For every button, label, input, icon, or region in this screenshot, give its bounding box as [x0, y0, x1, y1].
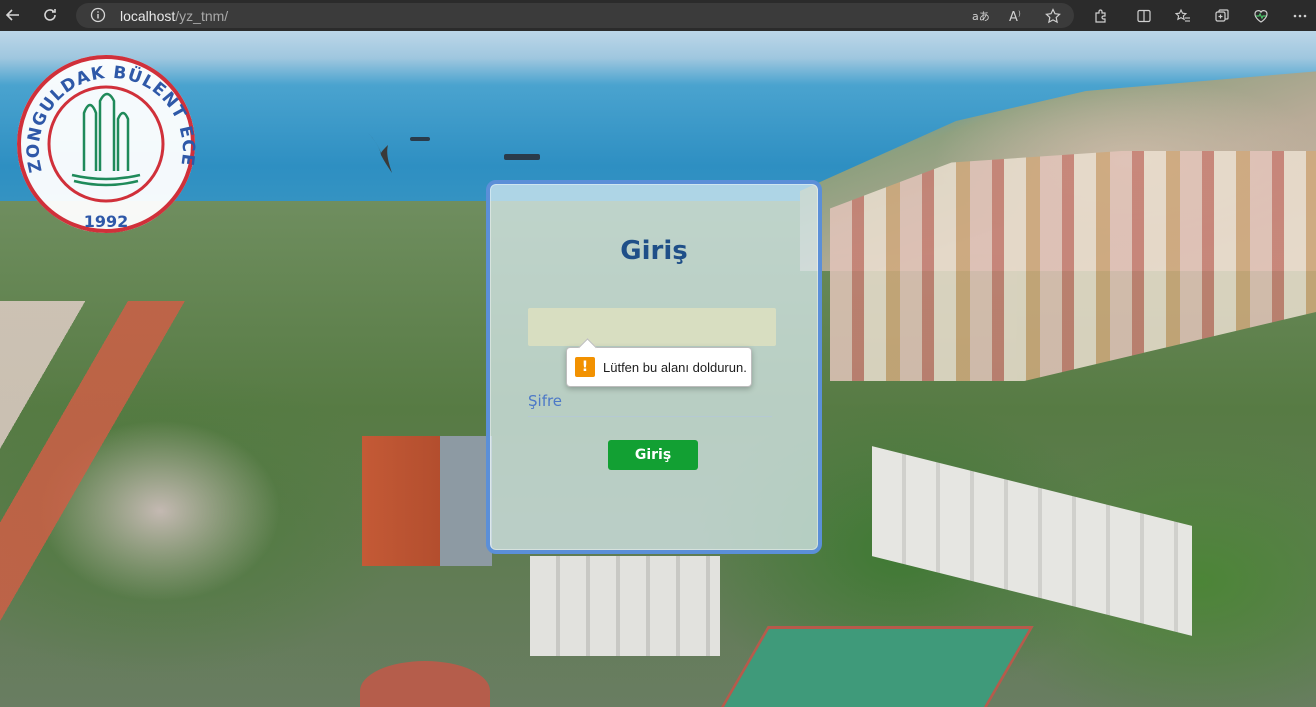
university-logo: ZONGULDAK BÜLENT ECEVİT UNIVERSITY 1992: [12, 51, 197, 233]
svg-text:A: A: [1009, 10, 1018, 23]
browser-toolbar: localhost/yz_tnm/ aあ A): [0, 0, 1316, 31]
library-building: [362, 436, 492, 566]
validation-tooltip: ! Lütfen bu alanı doldurun.: [566, 347, 752, 387]
sports-court: [712, 626, 1034, 707]
ship: [410, 137, 430, 141]
password-label: Şifre: [528, 392, 563, 410]
url-host: localhost: [120, 8, 176, 24]
username-input[interactable]: [528, 308, 776, 346]
collections-icon[interactable]: [1210, 4, 1234, 28]
address-bar[interactable]: localhost/yz_tnm/ aあ A): [76, 3, 1074, 28]
split-screen-icon[interactable]: [1132, 4, 1156, 28]
logo-year: 1992: [84, 212, 129, 231]
favorites-icon[interactable]: [1171, 4, 1195, 28]
url-text[interactable]: localhost/yz_tnm/: [120, 8, 228, 24]
svg-text:): ): [1018, 10, 1021, 18]
white-building: [530, 556, 720, 656]
text-size-icon[interactable]: A): [1006, 6, 1028, 26]
password-input[interactable]: [528, 416, 772, 417]
url-path: /yz_tnm/: [175, 8, 229, 24]
warning-icon: !: [575, 357, 595, 377]
ship: [504, 154, 540, 160]
login-title: Giriş: [620, 236, 688, 266]
site-info-icon[interactable]: [90, 7, 106, 28]
svg-text:aあ: aあ: [972, 10, 990, 23]
extensions-icon[interactable]: [1089, 4, 1113, 28]
favorite-star-icon[interactable]: [1042, 6, 1064, 26]
browser-essentials-icon[interactable]: [1249, 4, 1273, 28]
login-submit-button[interactable]: Giriş: [608, 440, 698, 470]
refresh-icon[interactable]: [37, 3, 63, 27]
more-icon[interactable]: [1288, 4, 1312, 28]
back-arrow-icon[interactable]: [0, 3, 26, 27]
read-aloud-icon[interactable]: aあ: [970, 6, 992, 26]
validation-message: Lütfen bu alanı doldurun.: [603, 359, 747, 375]
bird-image: [368, 133, 392, 173]
